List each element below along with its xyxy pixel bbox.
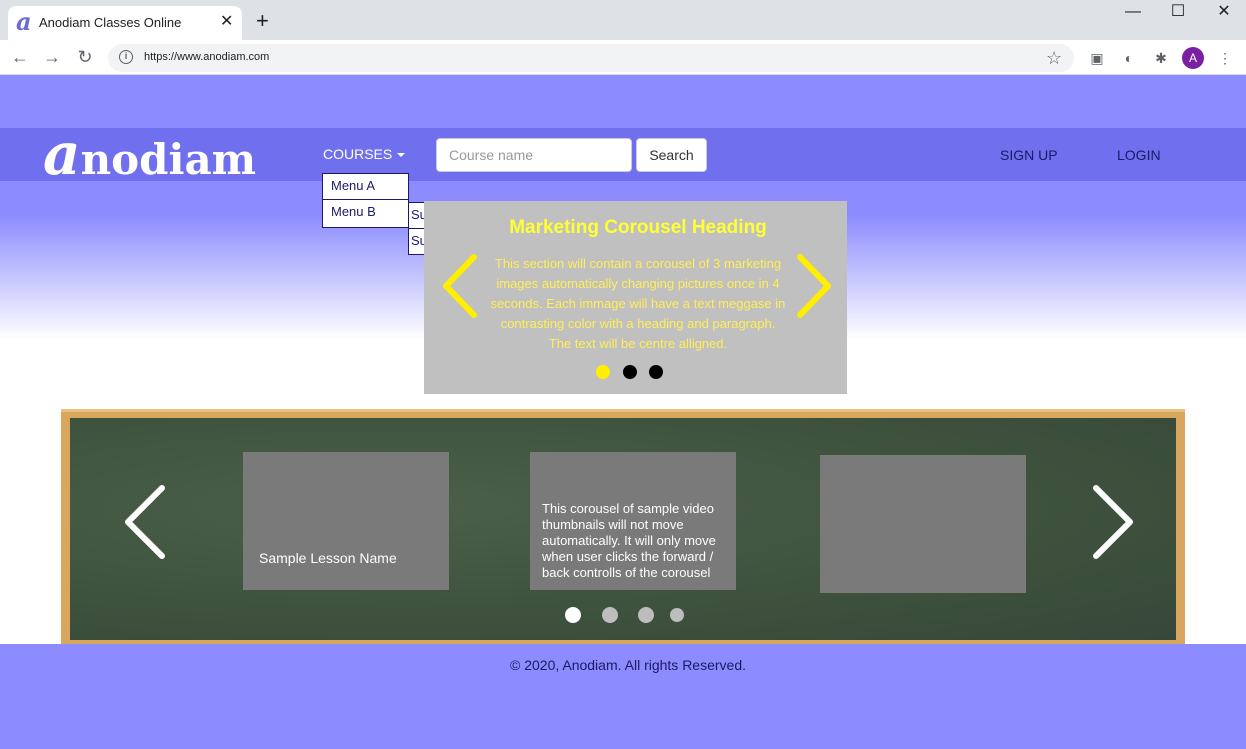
back-icon[interactable]: ←	[9, 46, 31, 68]
favicon-icon: a	[16, 7, 32, 36]
info-icon[interactable]: i	[119, 50, 133, 64]
logo-initial: a	[43, 120, 81, 188]
video-thumbnail-2[interactable]: This corousel of sample video thumbnails…	[530, 452, 736, 590]
carousel-next-icon[interactable]	[794, 253, 834, 319]
browser-tab-bar: a Anodiam Classes Online ✕ + — ☐ ✕	[0, 0, 1246, 40]
signup-link[interactable]: SIGN UP	[1000, 147, 1058, 163]
login-link[interactable]: LOGIN	[1117, 147, 1161, 163]
bookmark-star-icon[interactable]: ☆	[1046, 47, 1062, 69]
video-thumbnail-1[interactable]: Sample Lesson Name	[243, 452, 449, 590]
more-menu-icon[interactable]: ⋮	[1215, 48, 1235, 68]
lesson-name: Sample Lesson Name	[259, 550, 397, 566]
cast-icon[interactable]: ▣	[1087, 48, 1107, 68]
video-dot-4[interactable]	[670, 608, 684, 622]
course-search-input[interactable]	[436, 138, 632, 172]
marketing-carousel: Marketing Corousel Heading This section …	[424, 201, 847, 394]
new-tab-icon[interactable]: +	[256, 10, 269, 32]
close-tab-icon[interactable]: ✕	[220, 13, 233, 31]
carousel-prev-icon[interactable]	[440, 253, 480, 319]
forward-icon[interactable]: →	[41, 46, 63, 68]
page-viewport: anodiam COURSES Search SIGN UP LOGIN Men…	[0, 75, 1246, 749]
video-description: This corousel of sample video thumbnails…	[542, 501, 716, 580]
avatar[interactable]: A	[1182, 47, 1204, 69]
browser-tab[interactable]: a Anodiam Classes Online ✕	[8, 6, 242, 40]
menu-item-a[interactable]: Menu A	[322, 173, 409, 200]
reload-icon[interactable]: ↻	[74, 46, 96, 68]
tab-title: Anodiam Classes Online	[39, 15, 182, 30]
video-prev-icon[interactable]	[122, 484, 168, 560]
video-dot-3[interactable]	[638, 607, 654, 623]
video-thumbnail-3[interactable]	[820, 455, 1026, 593]
url-text: https://www.anodiam.com	[144, 51, 270, 63]
close-window-icon[interactable]: ✕	[1209, 2, 1239, 22]
carousel-dot-3[interactable]	[649, 365, 663, 379]
extension-circle-icon[interactable]: ◐	[1119, 48, 1139, 68]
carousel-dot-2[interactable]	[623, 365, 637, 379]
browser-toolbar: ← → ↻ i https://www.anodiam.com ☆ ▣ ◐ ✱ …	[0, 40, 1246, 75]
carousel-dot-1[interactable]	[596, 365, 610, 379]
video-dot-1[interactable]	[565, 607, 581, 623]
search-button[interactable]: Search	[636, 138, 707, 172]
site-navbar: anodiam COURSES Search SIGN UP LOGIN	[0, 125, 1246, 184]
site-logo[interactable]: anodiam	[43, 125, 257, 184]
minimize-icon[interactable]: —	[1118, 2, 1148, 22]
address-bar[interactable]: i https://www.anodiam.com ☆	[108, 44, 1074, 72]
marketing-heading: Marketing Corousel Heading	[509, 217, 767, 238]
menu-item-b[interactable]: Menu B	[322, 199, 409, 228]
logo-rest: nodiam	[80, 135, 257, 184]
site-footer: © 2020, Anodiam. All rights Reserved.	[0, 644, 1246, 749]
video-next-icon[interactable]	[1090, 484, 1136, 560]
copyright-text: © 2020, Anodiam. All rights Reserved.	[510, 657, 746, 673]
courses-label: COURSES	[323, 146, 393, 162]
maximize-icon[interactable]: ☐	[1163, 2, 1193, 22]
video-carousel: Sample Lesson Name This corousel of samp…	[70, 418, 1176, 640]
video-dot-2[interactable]	[602, 607, 618, 623]
caret-down-icon	[397, 153, 406, 158]
courses-dropdown[interactable]: COURSES	[323, 146, 406, 162]
video-carousel-frame: Sample Lesson Name This corousel of samp…	[61, 409, 1185, 645]
marketing-text: This section will contain a corousel of …	[490, 256, 786, 351]
puzzle-icon[interactable]: ✱	[1151, 48, 1171, 68]
